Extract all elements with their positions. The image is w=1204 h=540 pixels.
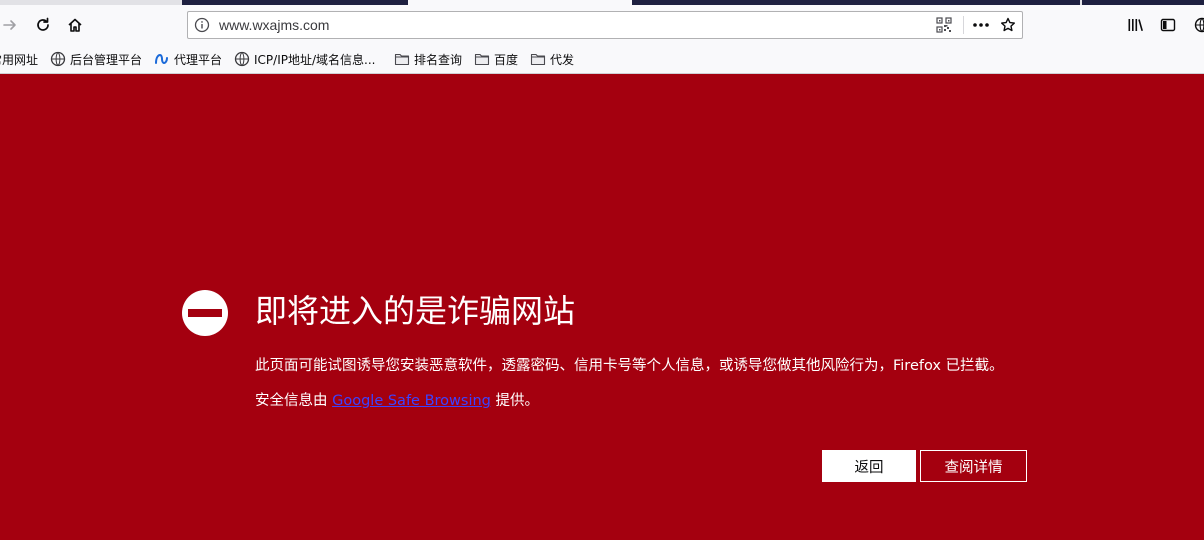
bookmark-folder[interactable]: 排名查询 bbox=[394, 49, 462, 69]
provider-suffix: 提供。 bbox=[490, 393, 539, 409]
bookmark-label: 常用网址 bbox=[0, 52, 39, 67]
meta-icon bbox=[154, 51, 170, 67]
bookmark-label: 代理平台 bbox=[174, 52, 223, 67]
url-bar-separator bbox=[963, 16, 964, 34]
sidebar-icon bbox=[1160, 18, 1176, 32]
url-text[interactable]: www.wxajms.com bbox=[219, 12, 329, 38]
bookmark-label: 代发 bbox=[550, 52, 575, 67]
star-icon bbox=[1001, 17, 1015, 32]
forward-button[interactable] bbox=[0, 11, 24, 39]
provider-prefix: 安全信息由 bbox=[255, 393, 333, 409]
globe-icon bbox=[1194, 17, 1204, 33]
see-details-button[interactable]: 查阅详情 bbox=[920, 450, 1027, 482]
home-icon bbox=[68, 18, 82, 32]
info-icon bbox=[194, 17, 210, 33]
folder-icon bbox=[474, 51, 490, 67]
bookmark-star-button[interactable] bbox=[999, 16, 1017, 34]
deceptive-site-warning-page: 即将进入的是诈骗网站 此页面可能试图诱导您安装恶意软件，透露密码、信用卡号等个人… bbox=[0, 74, 1204, 540]
bookmark-label: 后台管理平台 bbox=[70, 52, 143, 67]
reload-icon bbox=[37, 17, 49, 31]
bookmark-folder[interactable]: 百度 bbox=[474, 49, 518, 69]
folder-icon bbox=[394, 51, 410, 67]
google-safe-browsing-link[interactable]: Google Safe Browsing bbox=[332, 393, 491, 409]
home-button[interactable] bbox=[61, 11, 89, 39]
arrow-right-icon bbox=[3, 20, 16, 30]
bookmarks-toolbar: 常用网址 后台管理平台 代理平台 ICP/IP地址/域名信息... 排名查询 百… bbox=[0, 45, 1204, 74]
bookmark-label: 百度 bbox=[494, 52, 519, 67]
edge-button[interactable] bbox=[1188, 11, 1204, 39]
bookmark-label: 排名查询 bbox=[414, 52, 463, 67]
bookmark-label: ICP/IP地址/域名信息... bbox=[254, 52, 376, 67]
globe-icon bbox=[50, 51, 66, 67]
site-info-button[interactable] bbox=[194, 17, 210, 33]
bookmark-item[interactable]: ICP/IP地址/域名信息... bbox=[234, 49, 375, 69]
bookmark-item[interactable]: 后台管理平台 bbox=[50, 49, 142, 69]
globe-icon bbox=[234, 51, 250, 67]
more-icon bbox=[973, 23, 989, 27]
navigation-toolbar: www.wxajms.com bbox=[0, 5, 1204, 45]
safe-browsing-provider: 安全信息由 Google Safe Browsing 提供。 bbox=[255, 389, 539, 413]
bookmark-item[interactable]: 常用网址 bbox=[0, 49, 38, 69]
go-back-button[interactable]: 返回 bbox=[822, 450, 916, 482]
page-actions-button[interactable] bbox=[970, 15, 992, 35]
reload-button[interactable] bbox=[29, 11, 57, 39]
stop-icon bbox=[182, 290, 228, 336]
folder-icon bbox=[530, 51, 546, 67]
qr-code-icon[interactable] bbox=[936, 17, 952, 33]
sidebar-button[interactable] bbox=[1154, 11, 1182, 39]
error-description: 此页面可能试图诱导您安装恶意软件，透露密码、信用卡号等个人信息，或诱导您做其他风… bbox=[255, 358, 1004, 374]
error-title: 即将进入的是诈骗网站 bbox=[255, 292, 576, 330]
bookmark-item[interactable]: 代理平台 bbox=[154, 49, 222, 69]
library-button[interactable] bbox=[1122, 11, 1150, 39]
bookmark-folder[interactable]: 代发 bbox=[530, 49, 574, 69]
url-bar[interactable]: www.wxajms.com bbox=[187, 11, 1023, 39]
library-icon bbox=[1128, 19, 1143, 32]
